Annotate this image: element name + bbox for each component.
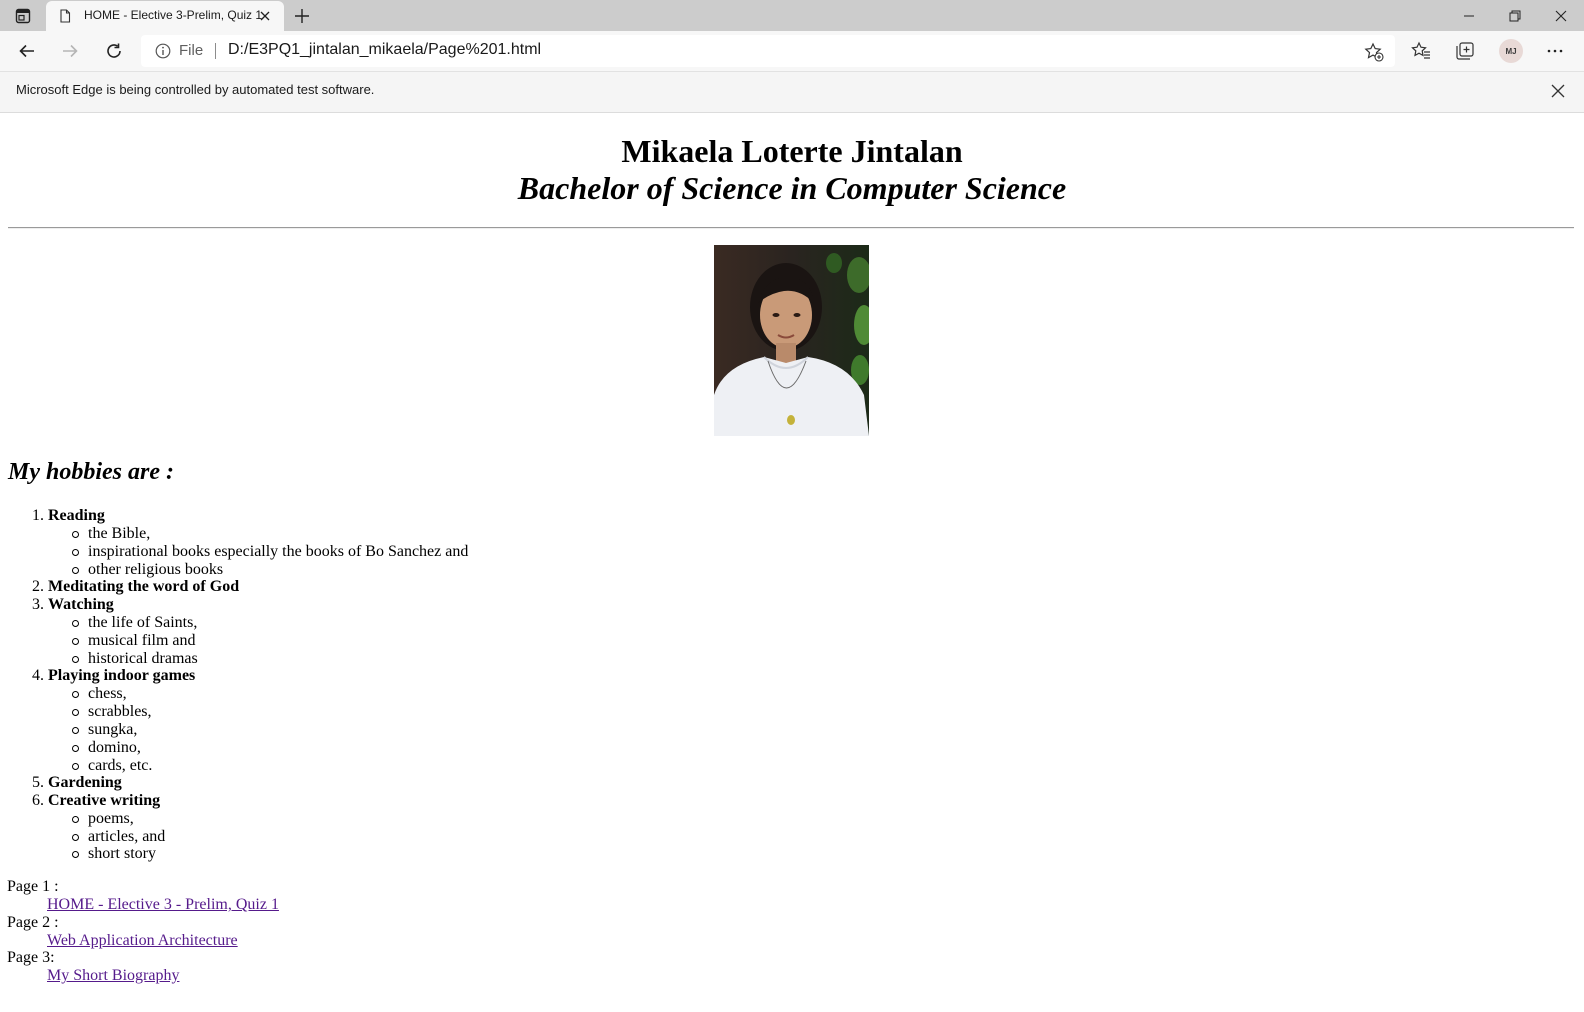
- favorites-button[interactable]: [1410, 40, 1432, 62]
- circle-bullet-icon: [72, 727, 79, 734]
- list-number: 1.: [32, 507, 44, 524]
- plus-icon: [295, 9, 309, 23]
- profile-photo: [714, 245, 869, 436]
- back-button[interactable]: [14, 39, 40, 63]
- sub-list-item: inspirational books especially the books…: [72, 543, 468, 561]
- browser-toolbar: File D:/E3PQ1_jintalan_mikaela/Page%201.…: [0, 31, 1584, 72]
- address-url[interactable]: D:/E3PQ1_jintalan_mikaela/Page%201.html: [228, 41, 541, 59]
- circle-bullet-icon: [72, 656, 79, 663]
- circle-bullet-icon: [72, 549, 79, 556]
- page-heading-degree: Bachelor of Science in Computer Science: [517, 170, 1067, 206]
- list-number: 4.: [32, 667, 44, 684]
- tab-actions-icon: [15, 8, 31, 24]
- sub-list-item: short story: [72, 845, 156, 863]
- close-icon: [1555, 10, 1567, 21]
- minimize-button[interactable]: [1446, 0, 1492, 31]
- list-number: 3.: [32, 596, 44, 613]
- sub-list-item: the Bible,: [72, 525, 150, 543]
- minimize-icon: [1464, 15, 1474, 16]
- sub-list-item: other religious books: [72, 561, 223, 579]
- circle-bullet-icon: [72, 834, 79, 841]
- page-content: Mikaela Loterte Jintalan Bachelor of Sci…: [0, 113, 1584, 1012]
- sub-list-item: chess,: [72, 685, 127, 703]
- hobby-item: 3. Watching: [32, 596, 114, 614]
- sub-list-item: sungka,: [72, 721, 137, 739]
- hobby-item: 4. Playing indoor games: [32, 667, 196, 685]
- circle-bullet-icon: [72, 816, 79, 823]
- tab-title: HOME - Elective 3-Prelim, Quiz 1: [84, 8, 263, 22]
- hobby-label: Watching: [48, 596, 114, 613]
- list-number: 5.: [32, 774, 44, 791]
- hobby-label: Reading: [48, 507, 105, 524]
- collections-icon: [1456, 42, 1474, 60]
- sub-list-item: scrabbles,: [72, 703, 152, 721]
- tab-strip: HOME - Elective 3-Prelim, Quiz 1: [0, 0, 1584, 31]
- page-3-link[interactable]: My Short Biography: [47, 967, 179, 985]
- sub-list-item: musical film and: [72, 632, 196, 650]
- sub-list-item: articles, and: [72, 828, 165, 846]
- circle-bullet-icon: [72, 620, 79, 627]
- forward-arrow-icon: [63, 44, 78, 58]
- restore-icon: [1509, 10, 1521, 21]
- new-tab-button[interactable]: [292, 6, 312, 26]
- circle-bullet-icon: [72, 567, 79, 574]
- collections-button[interactable]: [1454, 40, 1476, 62]
- hobby-item: 5. Gardening: [32, 774, 122, 792]
- infobar-close-icon[interactable]: [1550, 83, 1566, 99]
- hobbies-heading: My hobbies are :: [8, 459, 174, 485]
- settings-more-button[interactable]: [1544, 40, 1566, 62]
- tab-actions-button[interactable]: [12, 7, 34, 25]
- hobby-label: Gardening: [48, 774, 122, 791]
- page-2-label: Page 2 :: [7, 914, 59, 931]
- circle-bullet-icon: [72, 763, 79, 770]
- hobby-item: 2. Meditating the word of God: [32, 578, 240, 596]
- hobby-label: Creative writing: [48, 792, 161, 809]
- circle-bullet-icon: [72, 745, 79, 752]
- hobby-label: Playing indoor games: [48, 667, 196, 684]
- list-number: 6.: [32, 792, 44, 809]
- sub-list-item: the life of Saints,: [72, 614, 197, 632]
- profile-avatar[interactable]: MJ: [1499, 39, 1523, 63]
- automation-infobar: Microsoft Edge is being controlled by au…: [0, 72, 1584, 113]
- back-arrow-icon: [19, 44, 34, 58]
- close-window-button[interactable]: [1538, 0, 1584, 31]
- hobby-item: 6. Creative writing: [32, 792, 161, 810]
- infobar-message: Microsoft Edge is being controlled by au…: [16, 82, 375, 97]
- circle-bullet-icon: [72, 531, 79, 538]
- sub-list-item: cards, etc.: [72, 757, 152, 775]
- sub-list-item: historical dramas: [72, 650, 198, 668]
- sub-list-item: poems,: [72, 810, 134, 828]
- circle-bullet-icon: [72, 709, 79, 716]
- address-separator: [215, 43, 216, 59]
- horizontal-rule: [8, 227, 1574, 229]
- refresh-button[interactable]: [101, 39, 127, 63]
- hobby-label: Meditating the word of God: [48, 578, 240, 595]
- sub-list-item: domino,: [72, 739, 141, 757]
- info-icon[interactable]: [155, 43, 171, 59]
- list-number: 2.: [32, 578, 44, 595]
- page-1-link[interactable]: HOME - Elective 3 - Prelim, Quiz 1: [47, 896, 279, 914]
- tab-close-icon[interactable]: [258, 9, 272, 23]
- page-3-label: Page 3:: [7, 949, 55, 966]
- forward-button[interactable]: [57, 39, 83, 63]
- active-tab[interactable]: HOME - Elective 3-Prelim, Quiz 1: [46, 1, 284, 31]
- portrait-image: [714, 245, 869, 436]
- hobby-item: 1. Reading: [32, 507, 105, 525]
- favorites-icon: [1411, 41, 1430, 59]
- add-favorite-icon[interactable]: [1364, 42, 1384, 62]
- circle-bullet-icon: [72, 638, 79, 645]
- page-heading-name: Mikaela Loterte Jintalan: [621, 133, 963, 169]
- restore-button[interactable]: [1492, 0, 1538, 31]
- page-1-label: Page 1 :: [7, 878, 59, 895]
- page-icon: [60, 9, 71, 23]
- circle-bullet-icon: [72, 851, 79, 858]
- circle-bullet-icon: [72, 691, 79, 698]
- more-icon: [1547, 49, 1563, 53]
- refresh-icon: [107, 43, 121, 58]
- address-scheme: File: [179, 42, 204, 59]
- page-2-link[interactable]: Web Application Architecture: [47, 932, 238, 950]
- address-bar[interactable]: File D:/E3PQ1_jintalan_mikaela/Page%201.…: [141, 35, 1395, 67]
